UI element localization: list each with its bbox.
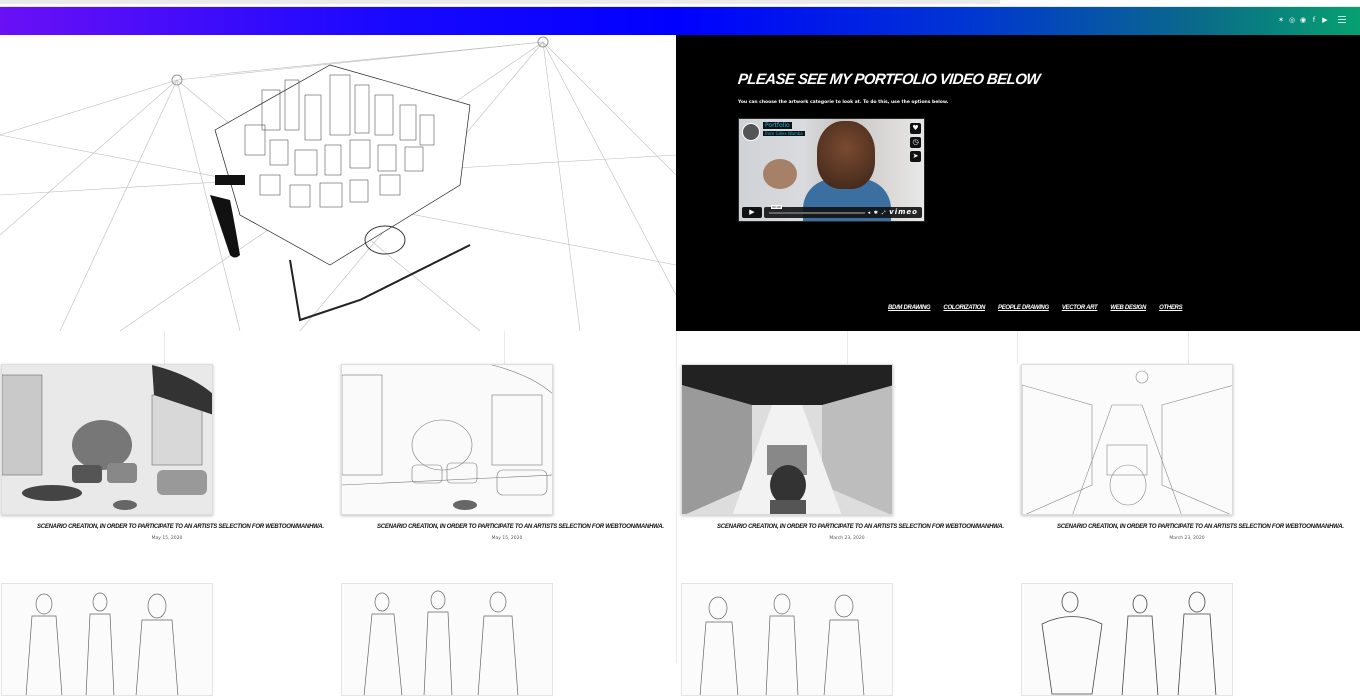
hero-subtitle: You can choose the artwork categorie to … bbox=[738, 100, 949, 105]
post-thumbnail[interactable] bbox=[1021, 364, 1233, 515]
character-sheet-thumbnail[interactable] bbox=[1021, 583, 1233, 696]
video-face bbox=[817, 121, 875, 189]
post-caption[interactable]: SCENARIO CREATION, IN ORDER TO PARTICIPA… bbox=[717, 524, 1004, 530]
settings-icon[interactable]: ✱ bbox=[874, 210, 879, 216]
play-button[interactable]: ▶ bbox=[742, 207, 762, 218]
grid-line bbox=[676, 331, 677, 663]
category-others[interactable]: OTHERS bbox=[1159, 305, 1183, 311]
post-caption[interactable]: SCENARIO CREATION, IN ORDER TO PARTICIPA… bbox=[377, 524, 664, 530]
category-colorization[interactable]: COLORIZATION bbox=[943, 305, 985, 311]
post-card[interactable]: SCENARIO CREATION, IN ORDER TO PARTICIPA… bbox=[341, 364, 664, 696]
hamburger-menu-icon[interactable] bbox=[1338, 16, 1346, 23]
video-hand bbox=[763, 159, 797, 189]
browser-top-strip bbox=[0, 0, 1360, 7]
character-sheet-thumbnail[interactable] bbox=[681, 583, 893, 696]
road-line-drawing bbox=[1022, 365, 1232, 514]
author-avatar[interactable] bbox=[742, 123, 760, 141]
street-line-drawing bbox=[342, 365, 552, 514]
hero-artwork bbox=[0, 35, 676, 331]
video-title[interactable]: Portfolio bbox=[763, 122, 792, 129]
post-date: March 23, 2020 bbox=[1169, 536, 1205, 541]
character-sketch bbox=[25, 592, 179, 695]
social-links: ✶ ◎ ◉ f ▶ bbox=[1278, 17, 1328, 24]
volume-icon[interactable]: ◂ bbox=[868, 210, 872, 216]
dribbble-icon[interactable]: ◉ bbox=[1300, 17, 1306, 24]
post-card[interactable]: SCENARIO CREATION, IN ORDER TO PARTICIPA… bbox=[1021, 364, 1344, 696]
instagram-icon[interactable]: ◎ bbox=[1289, 17, 1295, 24]
grid-line bbox=[847, 331, 848, 364]
character-sheet-thumbnail[interactable] bbox=[341, 583, 553, 696]
video-author[interactable]: from Gilles Wamba bbox=[763, 131, 805, 136]
road-scene-drawing bbox=[682, 365, 892, 514]
post-thumbnail[interactable] bbox=[1, 364, 213, 515]
video-controls-bar: 00:00 ◂ ✱ ⤢ vimeo bbox=[764, 205, 922, 218]
grid-line bbox=[1017, 331, 1018, 364]
post-caption[interactable]: SCENARIO CREATION, IN ORDER TO PARTICIPA… bbox=[37, 524, 324, 530]
category-vector-art[interactable]: VECTOR ART bbox=[1062, 305, 1098, 311]
grid-line bbox=[164, 331, 165, 364]
city-perspective-drawing bbox=[0, 36, 676, 331]
post-card[interactable]: SCENARIO CREATION, IN ORDER TO PARTICIPA… bbox=[1, 364, 324, 696]
character-sketch bbox=[1041, 591, 1217, 695]
post-card[interactable]: SCENARIO CREATION, IN ORDER TO PARTICIPA… bbox=[681, 364, 1004, 696]
category-people-drawing[interactable]: PEOPLE DRAWING bbox=[998, 305, 1049, 311]
post-date: May 15, 2020 bbox=[491, 536, 523, 541]
facebook-icon[interactable]: f bbox=[1311, 17, 1317, 24]
video-player[interactable]: Portfolio from Gilles Wamba ♥ ◷ ➤ ▶ 00:0… bbox=[738, 118, 925, 222]
video-time: 00:00 bbox=[771, 205, 782, 209]
post-date: March 23, 2020 bbox=[829, 536, 865, 541]
post-thumbnail[interactable] bbox=[341, 364, 553, 515]
street-scene-drawing bbox=[2, 365, 212, 514]
youtube-icon[interactable]: ▶ bbox=[1322, 17, 1328, 24]
hero-panel: PLEASE SEE MY PORTFOLIO VIDEO BELOW You … bbox=[676, 35, 1360, 331]
progress-track[interactable]: 00:00 bbox=[769, 205, 865, 214]
post-date: May 15, 2020 bbox=[151, 536, 183, 541]
vimeo-logo[interactable]: vimeo bbox=[889, 208, 918, 216]
post-thumbnail[interactable] bbox=[681, 364, 893, 515]
category-nav: BD/M DRAWING COLORIZATION PEOPLE DRAWING… bbox=[888, 305, 1183, 311]
top-ghost-bar bbox=[0, 0, 1000, 4]
character-sketch bbox=[699, 593, 865, 695]
hero-title: PLEASE SEE MY PORTFOLIO VIDEO BELOW bbox=[737, 71, 1041, 88]
grid-line bbox=[1188, 331, 1189, 364]
character-sketch bbox=[363, 590, 519, 695]
character-sheet-thumbnail[interactable] bbox=[1, 583, 213, 696]
fullscreen-icon[interactable]: ⤢ bbox=[882, 210, 887, 216]
video-controls: ◂ ✱ ⤢ vimeo bbox=[868, 208, 918, 216]
grid-line bbox=[504, 331, 505, 364]
share-icon[interactable]: ➤ bbox=[910, 151, 921, 162]
post-caption[interactable]: SCENARIO CREATION, IN ORDER TO PARTICIPA… bbox=[1057, 524, 1344, 530]
category-bdm-drawing[interactable]: BD/M DRAWING bbox=[888, 305, 931, 311]
category-web-design[interactable]: WEB DESIGN bbox=[1110, 305, 1146, 311]
header-bar: ✶ ◎ ◉ f ▶ bbox=[0, 7, 1360, 35]
watch-later-icon[interactable]: ◷ bbox=[910, 137, 921, 148]
like-icon[interactable]: ♥ bbox=[910, 123, 921, 134]
behance-icon[interactable]: ✶ bbox=[1278, 17, 1284, 24]
